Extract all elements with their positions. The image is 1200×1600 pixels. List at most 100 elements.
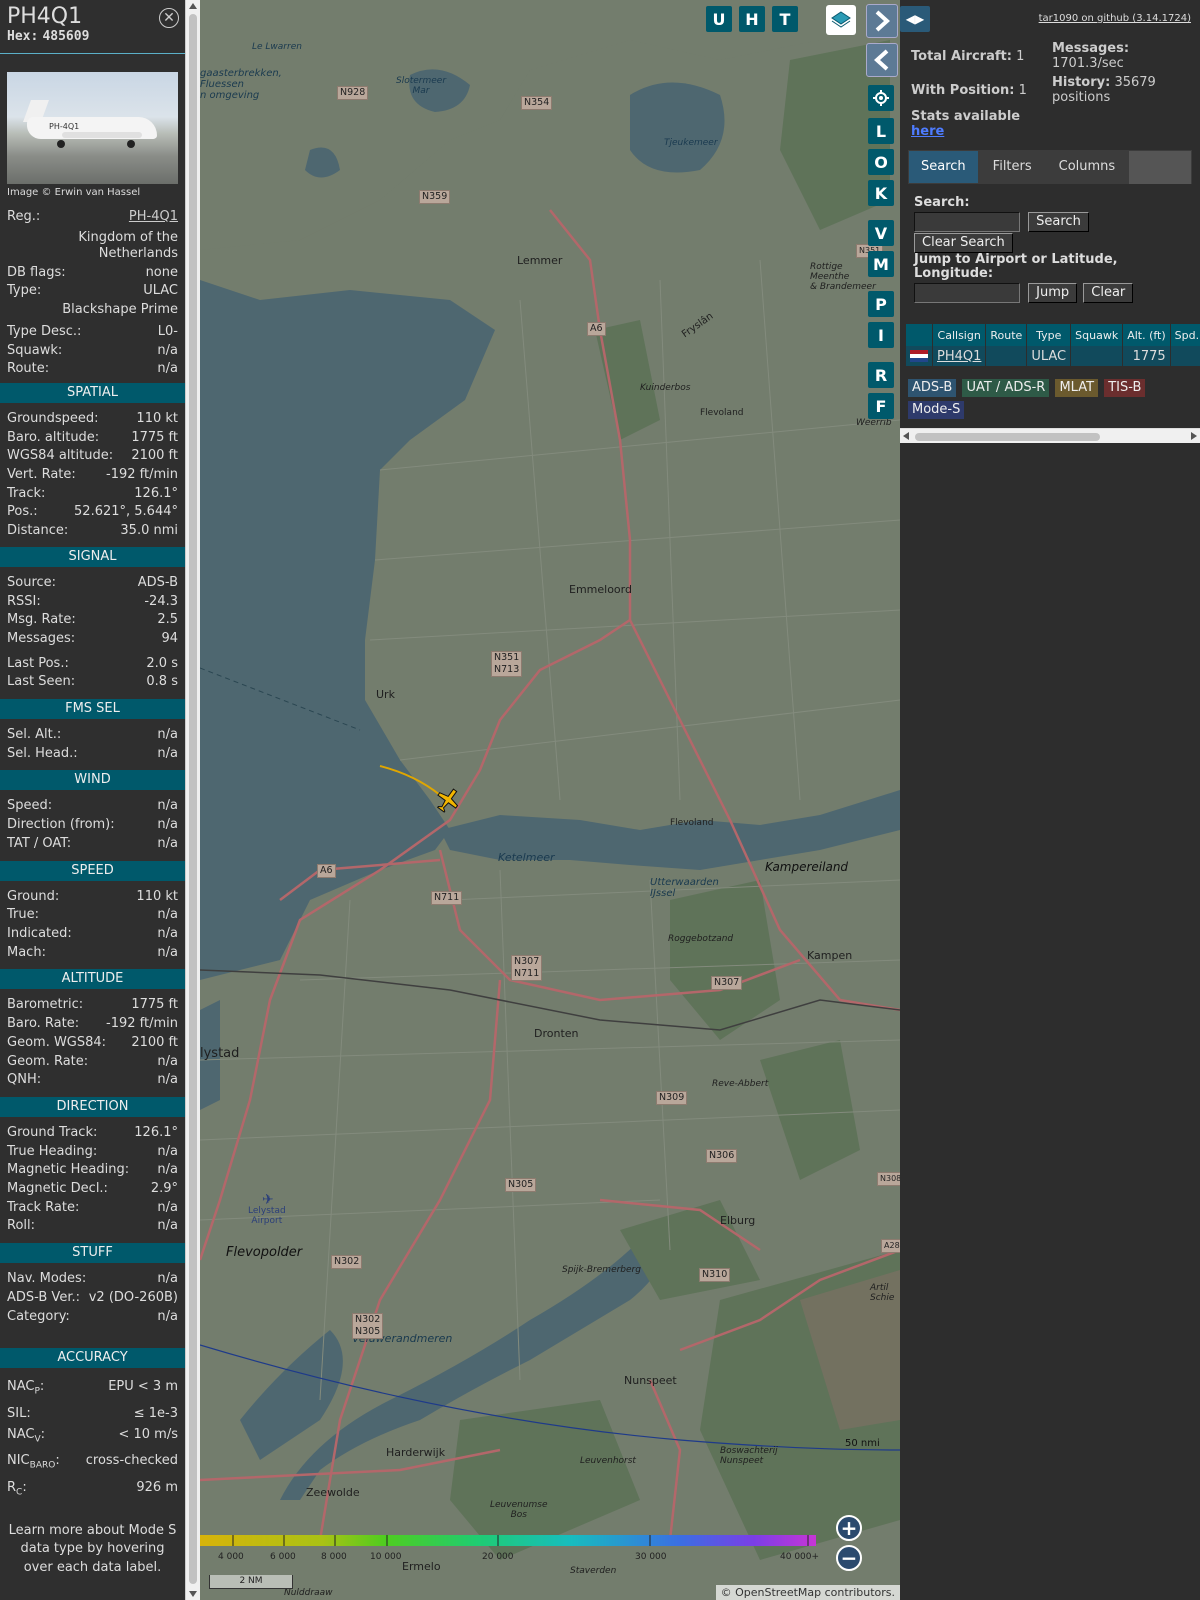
left-panel-scrollbar[interactable]	[185, 0, 200, 1600]
col-type[interactable]: Type	[1026, 324, 1072, 346]
map-btn-r[interactable]: R	[868, 362, 894, 388]
scroll-left-icon[interactable]	[903, 432, 909, 440]
collapse-panels-icon[interactable]: ◀▶	[900, 6, 930, 32]
table-horizontal-scrollbar[interactable]	[900, 428, 1200, 443]
track-label: Track:	[7, 485, 46, 501]
clear-button[interactable]: Clear	[1083, 283, 1134, 303]
tab-columns[interactable]: Columns	[1046, 151, 1128, 183]
map-btn-f[interactable]: F	[868, 393, 894, 419]
with-position-value: 1	[1018, 83, 1027, 98]
col-speed[interactable]: Spd.	[1170, 324, 1200, 346]
vert-rate-label: Vert. Rate:	[7, 467, 76, 483]
alt-scale-label: 6 000	[270, 1552, 296, 1562]
road-shield: N711	[431, 891, 463, 905]
map-label-lemmer: Lemmer	[517, 254, 563, 267]
geom-rate-label: Geom. Rate:	[7, 1053, 89, 1069]
reg-link[interactable]: PH-4Q1	[129, 208, 178, 227]
source-value: ADS-B	[137, 574, 178, 590]
tab-search[interactable]: Search	[909, 151, 978, 183]
map-label-weerrib: Weerrib	[856, 418, 892, 428]
github-link[interactable]: tar1090 on github (3.14.1724)	[1039, 13, 1191, 24]
stuff-rows: Nav. Modes: n/a ADS-B Ver.: v2 (DO-260B) C…	[0, 1263, 185, 1326]
tab-filters[interactable]: Filters	[980, 151, 1044, 183]
road-shield: N305	[505, 1178, 537, 1192]
map-view[interactable]: ✈ Lemmer Emmeloord Urk Dronten Kampen El…	[200, 0, 900, 1600]
stats-here-link[interactable]: here	[911, 124, 944, 139]
category-value: n/a	[157, 1308, 178, 1324]
dbflags-label: DB flags:	[7, 264, 66, 280]
roll-value: n/a	[157, 1218, 178, 1234]
baro-altitude-value: 1775 ft	[131, 429, 178, 445]
clear-search-button[interactable]: Clear Search	[914, 233, 1013, 253]
type-value: ULAC	[143, 283, 178, 299]
col-callsign[interactable]: Callsign	[932, 324, 987, 346]
scroll-right-icon[interactable]	[1191, 432, 1197, 440]
gear-icon[interactable]	[868, 85, 894, 111]
sel-alt-label: Sel. Alt.:	[7, 727, 62, 743]
zoom-in-button[interactable]: +	[836, 1515, 862, 1541]
col-route[interactable]: Route	[985, 324, 1028, 346]
scroll-down-icon[interactable]	[189, 1591, 197, 1597]
distance-label: Distance:	[7, 523, 69, 539]
search-button[interactable]: Search	[1028, 212, 1089, 232]
map-btn-l[interactable]: L	[868, 118, 894, 144]
badge-adsb[interactable]: ADS-B	[908, 379, 957, 397]
last-seen-label: Last Seen:	[7, 674, 76, 690]
wind-direction-value: n/a	[157, 817, 178, 833]
jump-input[interactable]	[914, 283, 1020, 303]
map-label-spijk: Spijk-Bremerberg	[562, 1265, 641, 1275]
col-squawk[interactable]: Squawk	[1070, 324, 1124, 346]
close-icon[interactable]: ✕	[159, 8, 179, 28]
tat-oat-label: TAT / OAT:	[7, 835, 72, 851]
sel-head-value: n/a	[157, 745, 178, 761]
roll-label: Roll:	[7, 1218, 36, 1234]
row-squawk	[1070, 346, 1124, 366]
badge-tisb[interactable]: TIS-B	[1104, 379, 1146, 397]
chevron-right-icon[interactable]	[866, 4, 898, 38]
map-btn-u[interactable]: U	[706, 6, 732, 32]
table-row[interactable]: PH4Q1 ULAC 1775	[906, 346, 1200, 366]
road-shield: N306	[706, 1149, 738, 1163]
col-flag[interactable]	[906, 324, 933, 346]
col-altitude[interactable]: Alt. (ft)	[1122, 324, 1171, 346]
badge-uat-adsr[interactable]: UAT / ADS-R	[962, 379, 1050, 397]
map-btn-t[interactable]: T	[772, 6, 798, 32]
map-btn-m[interactable]: M	[868, 251, 894, 277]
map-btn-v[interactable]: V	[868, 220, 894, 246]
search-input[interactable]	[914, 212, 1020, 232]
nav-modes-value: n/a	[157, 1271, 178, 1287]
map-btn-o[interactable]: O	[868, 149, 894, 175]
hscroll-thumb[interactable]	[915, 433, 1100, 441]
squawk-value: n/a	[157, 342, 178, 358]
scroll-up-icon[interactable]	[189, 3, 197, 9]
row-callsign[interactable]: PH4Q1	[932, 346, 987, 366]
accuracy-rows: NACP: EPU < 3 m SIL: ≤ 1e-3 NACV: < 10 m/s …	[0, 1368, 185, 1503]
layers-icon[interactable]	[826, 5, 856, 35]
map-btn-p[interactable]: P	[868, 291, 894, 317]
osm-attribution[interactable]: © OpenStreetMap contributors.	[715, 1585, 900, 1600]
map-scale-bar: 2 NM	[209, 1575, 293, 1589]
scrollbar-thumb[interactable]	[189, 14, 197, 1584]
type-full-value: Blackshape Prime	[62, 302, 178, 318]
road-shield: N302	[331, 1255, 363, 1269]
groundspeed-label: Groundspeed:	[7, 410, 99, 426]
map-btn-i[interactable]: I	[868, 322, 894, 348]
tat-oat-value: n/a	[157, 835, 178, 851]
aircraft-photo[interactable]: PH-4Q1	[7, 72, 178, 184]
squawk-label: Squawk:	[7, 342, 63, 358]
reg-label: Reg.:	[7, 209, 41, 224]
last-pos-value: 2.0 s	[146, 655, 178, 671]
badge-mlat[interactable]: MLAT	[1055, 379, 1099, 397]
nacp-value: EPU < 3 m	[108, 1379, 178, 1395]
track-value: 126.1°	[134, 485, 178, 501]
jump-button[interactable]: Jump	[1028, 283, 1078, 303]
true-speed-value: n/a	[157, 907, 178, 923]
chevron-left-icon[interactable]	[866, 43, 898, 77]
road-shield: N351 N713	[491, 651, 523, 677]
map-btn-h[interactable]: H	[739, 6, 765, 32]
road-shield: N354	[521, 96, 553, 110]
badge-modes[interactable]: Mode-S	[908, 401, 965, 419]
map-btn-k[interactable]: K	[868, 180, 894, 206]
map-label-rottige: Rottige Meenthe & Brandemeer	[810, 262, 876, 292]
qnh-value: n/a	[157, 1072, 178, 1088]
